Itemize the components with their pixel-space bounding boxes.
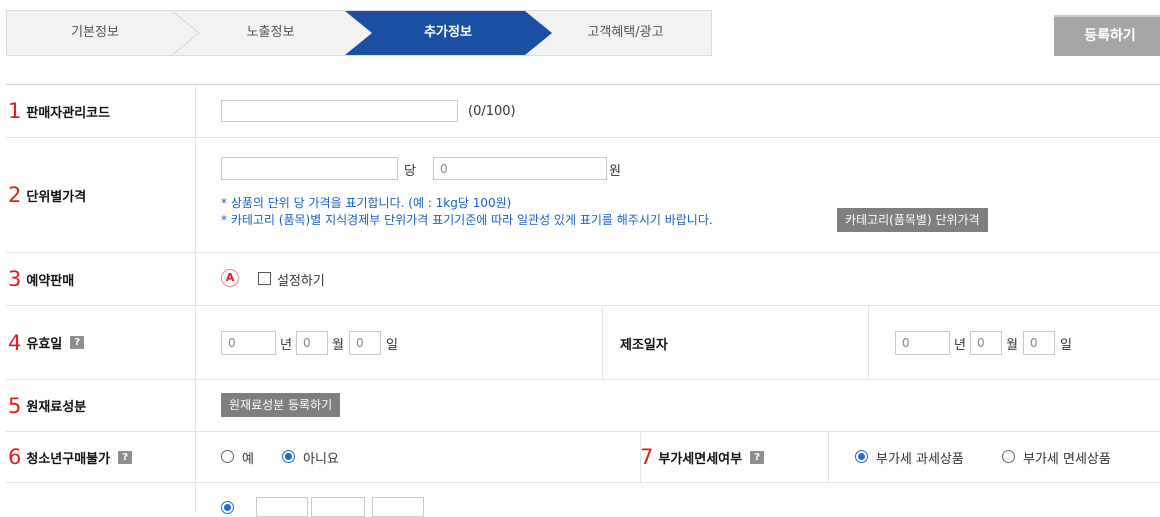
expiry-day-input[interactable] [349,331,381,355]
ingredients-label: 5 원재료성분 [6,380,196,431]
divider [868,306,869,379]
next-row-label [6,483,196,513]
row-number: 1 [8,99,22,123]
row-next-partial [6,483,1160,517]
seller-code-counter: (0/100) [468,104,516,119]
expiry-year-input[interactable] [221,331,276,355]
youth-yes-label[interactable]: 예 [242,448,254,467]
step-basic-info[interactable]: 기본정보 [7,11,183,55]
label-text: 부가세면세여부 [658,451,743,467]
youth-yes-radio[interactable] [221,450,234,463]
label-text: 예약판매 [26,273,75,289]
unit-price-label: 2 단위별가격 [6,138,196,252]
label-text: 청소년구매불가 [26,451,111,467]
divider [602,306,603,379]
row-preorder: 3 예약판매 A 설정하기 [6,253,1160,306]
month-unit: 월 [1006,338,1018,353]
vat-taxable-label[interactable]: 부가세 과세상품 [876,448,964,467]
youth-no-label[interactable]: 아니요 [303,448,339,467]
vat-exempt-label: 7 부가세면세여부 ? [638,432,765,482]
day-unit: 일 [386,338,398,353]
month-unit: 월 [332,338,344,353]
per-unit-label: 당 [404,164,416,179]
divider [828,432,829,482]
unit-price-note-2: * 카테고리 (품목)별 지식경제부 단위가격 표기기준에 따라 일관성 있게 … [221,213,713,227]
row-number: 2 [8,183,22,207]
expiry-month-input[interactable] [296,331,328,355]
next-row-input[interactable] [256,497,308,517]
mfg-day-input[interactable] [1023,331,1055,355]
year-unit: 년 [280,338,292,353]
mfg-month-input[interactable] [970,331,1002,355]
row-number: 6 [8,445,22,469]
vat-exempt-radio[interactable] [1002,450,1015,463]
unit-price-note-1: * 상품의 단위 당 가격을 표기합니다. (예 : 1kg당 100원) [221,196,512,210]
row-expiry: 4 유효일 ? 년 월 일 제조일자 년 월 일 [6,306,1160,380]
row-youth-vat: 6 청소년구매불가 ? 예 아니요 7 부가세면세여부 ? 부가세 과세상품 부… [6,432,1160,483]
preorder-checkbox-label[interactable]: 설정하기 [277,270,325,289]
row-ingredients: 5 원재료성분 원재료성분 등록하기 [6,380,1160,432]
preorder-checkbox[interactable] [258,272,271,285]
step-customer-benefit-ad[interactable]: 고객혜택/광고 [538,11,713,55]
seller-code-label: 1 판매자관리코드 [6,85,196,137]
row-seller-code: 1 판매자관리코드 (0/100) [6,85,1160,138]
label-text: 유효일 [26,337,63,352]
seller-code-input[interactable] [221,100,458,122]
mfg-year-input[interactable] [895,331,950,355]
step-bar: 기본정보 노출정보 추가정보 고객혜택/광고 [6,10,712,56]
step-additional-info[interactable]: 추가정보 [358,11,538,55]
won-label: 원 [609,164,621,179]
label-text: 단위별가격 [26,189,87,205]
row-number: 4 [8,330,22,355]
youth-restriction-label: 6 청소년구매불가 ? [6,432,196,482]
vat-exempt-option-label[interactable]: 부가세 면세상품 [1023,448,1111,467]
vat-taxable-radio[interactable] [855,450,868,463]
year-unit: 년 [954,338,966,353]
preorder-label: 3 예약판매 [6,253,196,305]
register-ingredients-button[interactable]: 원재료성분 등록하기 [221,393,341,417]
label-text: 판매자관리코드 [26,105,111,121]
category-unit-price-button[interactable]: 카테고리(품목별) 단위가격 [837,208,988,232]
row-number: 7 [640,445,654,469]
label-text: 원재료성분 [26,400,87,415]
next-row-input[interactable] [372,497,424,517]
help-icon[interactable]: ? [70,336,85,349]
expiry-label: 4 유효일 ? [6,306,196,379]
help-icon[interactable]: ? [750,450,765,464]
next-row-input[interactable] [311,497,365,517]
row-unit-price: 2 단위별가격 당 원 * 상품의 단위 당 가격을 표기합니다. (예 : 1… [6,138,1160,253]
step-display-info[interactable]: 노출정보 [183,11,358,55]
unit-price-input[interactable] [433,157,607,180]
manufacture-date-label: 제조일자 [620,338,668,353]
row-number: 3 [8,267,22,291]
register-button[interactable]: 등록하기 [1054,15,1160,56]
auto-badge-icon: A [221,269,239,287]
row-number: 5 [8,393,22,418]
next-row-radio[interactable] [221,501,234,514]
help-icon[interactable]: ? [118,450,133,464]
unit-amount-input[interactable] [221,157,398,180]
youth-no-radio[interactable] [282,450,295,463]
day-unit: 일 [1060,338,1072,353]
additional-info-form: 1 판매자관리코드 (0/100) 2 단위별가격 당 원 * 상품의 단위 당… [6,84,1160,517]
